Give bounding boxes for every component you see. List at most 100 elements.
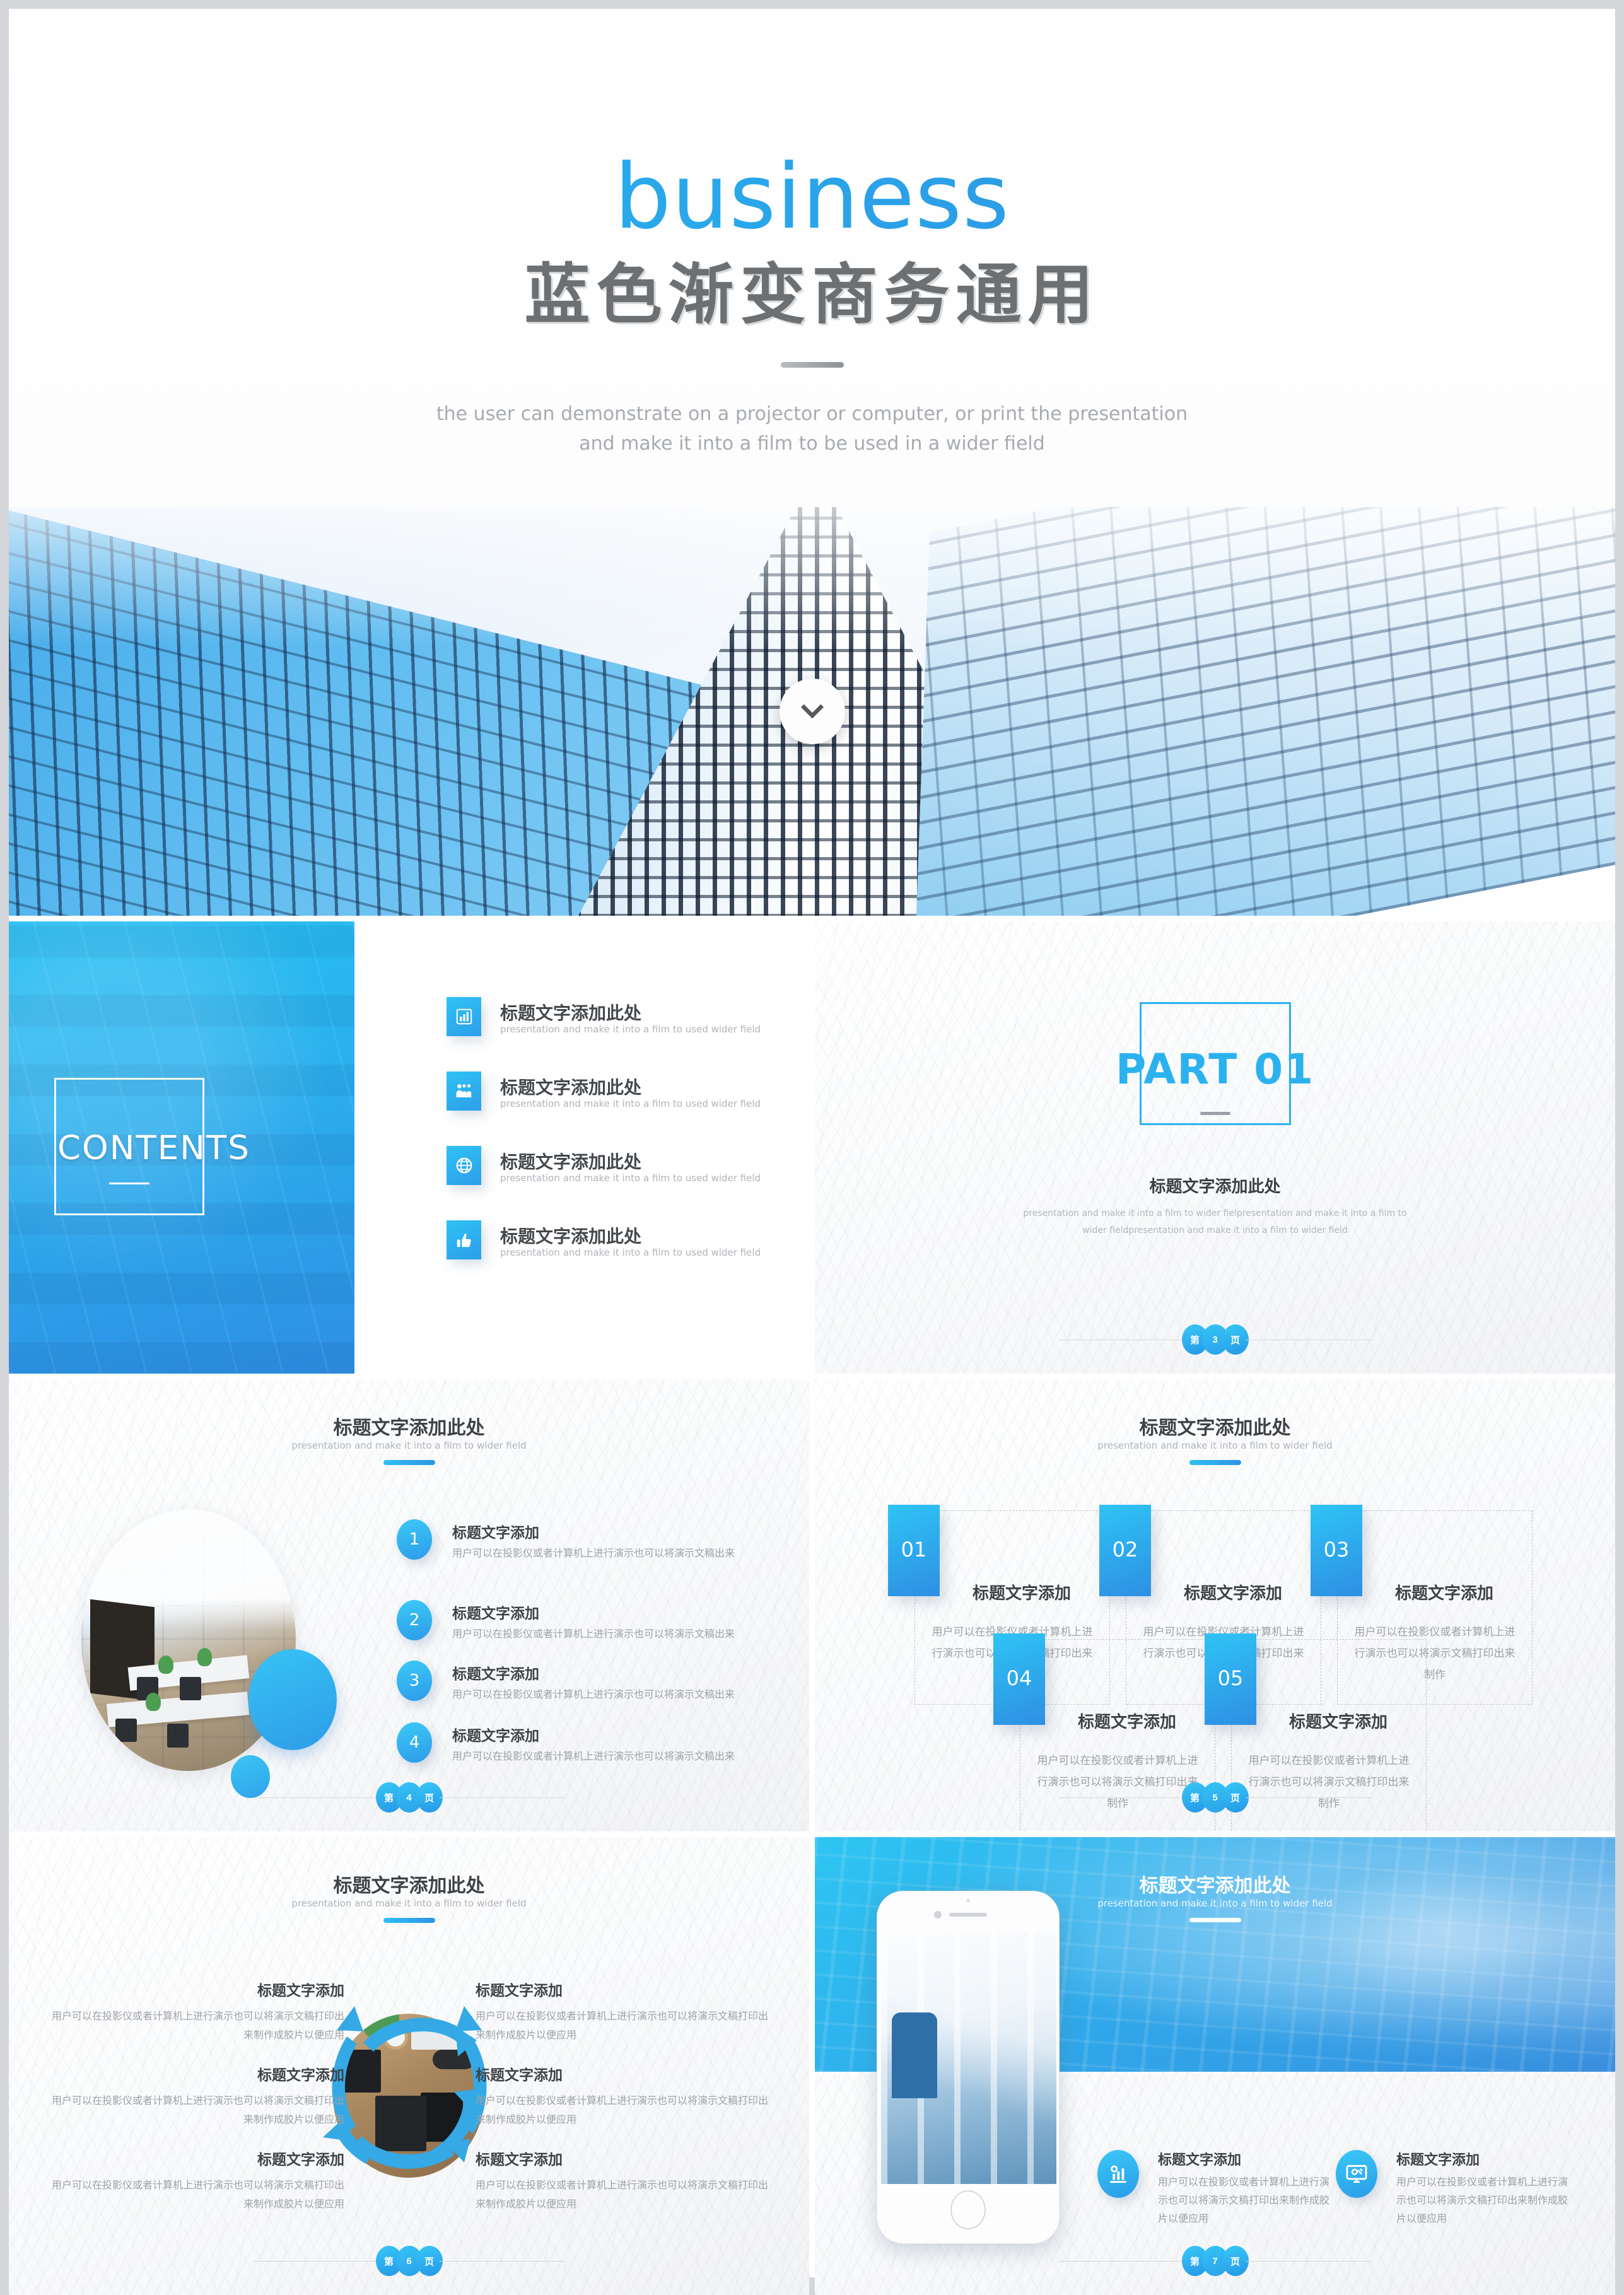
list-item-title: 标题文字添加 — [452, 1524, 539, 1541]
list-item-desc: presentation and make it into a film to … — [500, 1247, 761, 1258]
cycle-item-desc: 用户可以在投影仪或者计算机上进行演示也可以将演示文稿打印出来制作成胶片以便应用 — [476, 2096, 769, 2125]
people-group-icon — [447, 1072, 481, 1111]
list-item-number: 2 — [397, 1600, 432, 1640]
cycle-item[interactable]: 标题文字添加 用户可以在投影仪或者计算机上进行演示也可以将演示文稿打印出来制作成… — [48, 2063, 344, 2129]
pager-bubbles: 第 4 页 — [375, 1782, 443, 1813]
phone-mockup — [877, 1891, 1060, 2244]
card-title: 标题文字添加 — [1183, 1584, 1282, 1603]
pager-suffix: 页 — [416, 2246, 443, 2276]
part-description-line-2: wider fieldpresentation and make it into… — [1082, 1225, 1348, 1235]
slide-mobile-showcase[interactable]: 标题文字添加此处 presentation and make it into a… — [815, 1837, 1615, 2295]
card-title: 标题文字添加 — [1288, 1712, 1387, 1731]
chart-analytics-icon — [1097, 2150, 1139, 2198]
slide-five-cards[interactable]: 标题文字添加此处 presentation and make it into a… — [815, 1379, 1615, 1831]
pager-line-left — [252, 2260, 379, 2262]
card-title: 标题文字添加 — [1077, 1712, 1176, 1731]
list-item-desc: 用户可以在投影仪或者计算机上进行演示也可以将演示文稿出来 — [452, 1629, 735, 1640]
list-item[interactable]: 标题文字添加此处 presentation and make it into a… — [447, 997, 809, 1055]
list-item[interactable]: 标题文字添加此处 presentation and make it into a… — [447, 1220, 809, 1278]
cycle-item-desc: 用户可以在投影仪或者计算机上进行演示也可以将演示文稿打印出来制作成胶片以便应用 — [51, 2096, 344, 2125]
contents-label: CONTENTS — [57, 1129, 250, 1167]
list-item-title: 标题文字添加 — [452, 1666, 539, 1682]
cycle-item-desc: 用户可以在投影仪或者计算机上进行演示也可以将演示文稿打印出来制作成胶片以便应用 — [51, 2011, 344, 2041]
bar-chart-icon — [447, 997, 481, 1036]
pager-line-right — [439, 2260, 566, 2262]
preview-sheet: business 蓝色渐变商务通用 the user can demonstra… — [9, 9, 1615, 2295]
list-item-desc: 用户可以在投影仪或者计算机上进行演示也可以将演示文稿出来 — [452, 1690, 735, 1700]
phone-speaker — [949, 1913, 987, 1917]
page-title: 标题文字添加此处 — [333, 1418, 485, 1439]
contents-frame: CONTENTS — [54, 1078, 249, 1215]
list-item-desc: presentation and make it into a film to … — [500, 1172, 761, 1184]
cover-eyebrow: business — [9, 153, 1615, 242]
list-item[interactable]: 标题文字添加此处 presentation and make it into a… — [447, 1146, 809, 1204]
part-dash — [1200, 1112, 1230, 1115]
page-title: 标题文字添加此处 — [333, 1876, 485, 1896]
slide-contents[interactable]: CONTENTS 标题文字添加此处 presentation and make … — [9, 921, 809, 1374]
phone-camera — [934, 1911, 942, 1918]
pager-suffix: 页 — [416, 1782, 443, 1813]
cycle-item-desc: 用户可以在投影仪或者计算机上进行演示也可以将演示文稿打印出来制作成胶片以便应用 — [51, 2180, 344, 2210]
pager-suffix: 页 — [1222, 1782, 1249, 1813]
list-item[interactable]: 标题文字添加此处 presentation and make it into a… — [447, 1072, 809, 1130]
page-indicator: 第 5 页 — [1058, 1782, 1372, 1813]
list-item-number: 3 — [397, 1661, 432, 1701]
title-rule — [383, 1460, 435, 1465]
page-title: 蓝色渐变商务通用 — [524, 259, 1100, 332]
pager-line-left — [1058, 2260, 1185, 2262]
cover-subtitle-line-1: the user can demonstrate on a projector … — [436, 403, 1188, 425]
cycle-item-title: 标题文字添加 — [257, 1982, 344, 1999]
pager-bubbles: 第 6 页 — [375, 2246, 443, 2276]
cycle-item-desc: 用户可以在投影仪或者计算机上进行演示也可以将演示文稿打印出来制作成胶片以便应用 — [476, 2011, 769, 2041]
slide-part-divider[interactable]: PART 01 标题文字添加此处 presentation and make i… — [815, 921, 1615, 1374]
cover-text-block: business 蓝色渐变商务通用 the user can demonstra… — [9, 9, 1615, 507]
page-title: 标题文字添加此处 — [1139, 1418, 1291, 1439]
page-subtitle: presentation and make it into a film to … — [1097, 1440, 1333, 1451]
cycle-item[interactable]: 标题文字添加 用户可以在投影仪或者计算机上进行演示也可以将演示文稿打印出来制作成… — [476, 1978, 772, 2045]
title-rule — [1189, 1460, 1241, 1465]
page-subtitle: presentation and make it into a film to … — [291, 1440, 527, 1451]
person-figure — [891, 2012, 937, 2098]
slide-cycle-diagram[interactable]: 标题文字添加此处 presentation and make it into a… — [9, 1837, 809, 2295]
page-indicator: 第 4 页 — [252, 1782, 566, 1813]
list-item-desc: presentation and make it into a film to … — [500, 1098, 761, 1109]
part-title: 标题文字添加此处 — [1149, 1177, 1281, 1196]
list-item-title: 标题文字添加此处 — [500, 1152, 642, 1172]
cycle-item[interactable]: 标题文字添加 用户可以在投影仪或者计算机上进行演示也可以将演示文稿打印出来制作成… — [476, 2063, 772, 2129]
monitor-settings-icon — [1336, 2150, 1377, 2198]
slide-numbered-list[interactable]: 标题文字添加此处 presentation and make it into a… — [9, 1379, 809, 1831]
office-plant — [197, 1647, 213, 1666]
phone-home-button — [950, 2190, 986, 2229]
list-item-desc: 用户可以在投影仪或者计算机上进行演示也可以将演示文稿出来 — [452, 1548, 735, 1559]
pager-bubbles: 第 5 页 — [1181, 1782, 1249, 1813]
pager-suffix: 页 — [1222, 1324, 1249, 1355]
pager-line-right — [1245, 1797, 1372, 1798]
cycle-item-desc: 用户可以在投影仪或者计算机上进行演示也可以将演示文稿打印出来制作成胶片以便应用 — [476, 2180, 769, 2210]
cycle-item-title: 标题文字添加 — [476, 2067, 563, 2083]
list-item-desc: presentation and make it into a film to … — [500, 1024, 761, 1035]
list-item-title: 标题文字添加此处 — [500, 1003, 642, 1023]
card-title: 标题文字添加 — [1394, 1584, 1493, 1603]
title-rule — [1189, 1918, 1241, 1922]
cycle-item-title: 标题文字添加 — [257, 2067, 344, 2083]
contents-dash — [109, 1183, 149, 1184]
list-item-title: 标题文字添加此处 — [500, 1227, 642, 1246]
pager-line-left — [252, 1797, 379, 1798]
page-indicator: 第 7 页 — [1058, 2246, 1372, 2276]
phone-screen — [881, 1932, 1056, 2184]
pager-line-right — [439, 1797, 566, 1798]
cycle-item[interactable]: 标题文字添加 用户可以在投影仪或者计算机上进行演示也可以将演示文稿打印出来制作成… — [476, 2147, 772, 2214]
cycle-item-title: 标题文字添加 — [476, 1982, 563, 1999]
cycle-item[interactable]: 标题文字添加 用户可以在投影仪或者计算机上进行演示也可以将演示文稿打印出来制作成… — [48, 1978, 344, 2045]
list-item-title: 标题文字添加此处 — [500, 1078, 642, 1097]
pager-suffix: 页 — [1222, 2246, 1249, 2276]
page-subtitle: presentation and make it into a film to … — [291, 1898, 527, 1909]
list-item-title: 标题文字添加 — [452, 1605, 539, 1621]
list-item-number: 4 — [397, 1722, 432, 1763]
office-chair — [180, 1676, 202, 1700]
page-indicator: 第 3 页 — [1058, 1324, 1372, 1355]
slide-cover[interactable]: business 蓝色渐变商务通用 the user can demonstra… — [9, 9, 1615, 916]
scroll-down-button[interactable] — [779, 679, 845, 744]
part-description-line-1: presentation and make it into a film to … — [1023, 1208, 1407, 1218]
cycle-item[interactable]: 标题文字添加 用户可以在投影仪或者计算机上进行演示也可以将演示文稿打印出来制作成… — [48, 2147, 344, 2214]
